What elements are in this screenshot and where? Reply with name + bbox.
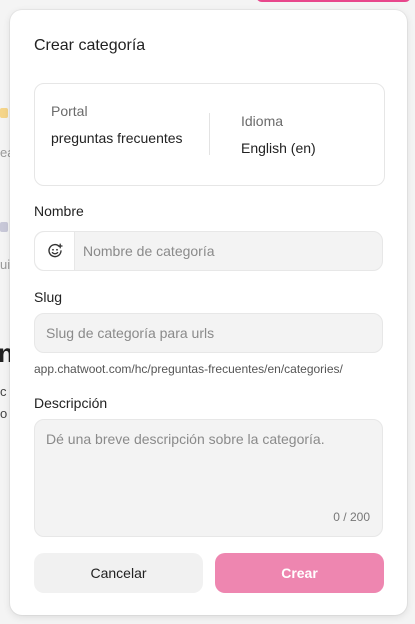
slug-label: Slug	[34, 289, 63, 305]
background-thumbnail	[0, 222, 8, 232]
emoji-picker-button[interactable]	[35, 232, 75, 270]
name-label: Nombre	[34, 203, 84, 219]
name-field	[34, 231, 383, 271]
background-text-fragment: ui	[0, 257, 11, 272]
category-slug-input[interactable]	[46, 314, 371, 352]
category-description-textarea[interactable]	[46, 431, 371, 503]
emoji-smile-icon	[47, 243, 63, 258]
language-label: Idioma	[241, 113, 284, 129]
slug-url-hint: app.chatwoot.com/hc/preguntas-frecuentes…	[34, 362, 343, 376]
description-label: Descripción	[34, 395, 108, 411]
portal-divider	[209, 113, 210, 155]
language-value: English (en)	[241, 140, 316, 156]
background-thumbnail	[0, 108, 8, 118]
language-info: Idioma English (en)	[241, 113, 316, 158]
portal-info-card: Portal preguntas frecuentes Idioma Engli…	[34, 83, 385, 186]
dialog-title: Crear categoría	[34, 37, 146, 54]
cancel-button[interactable]: Cancelar	[34, 553, 203, 593]
category-name-input[interactable]	[83, 232, 373, 270]
character-counter: 0 / 200	[333, 510, 370, 524]
background-text-fragment: c	[0, 384, 7, 399]
portal-value: preguntas frecuentes	[51, 130, 183, 146]
portal-info: Portal preguntas frecuentes	[51, 103, 191, 148]
description-field: 0 / 200	[34, 419, 383, 537]
portal-label: Portal	[51, 103, 88, 119]
background-primary-button	[256, 0, 411, 2]
slug-field	[34, 313, 383, 353]
create-button[interactable]: Crear	[215, 553, 384, 593]
background-text-fragment: o	[0, 406, 8, 421]
create-category-dialog: Crear categoría Portal preguntas frecuen…	[10, 10, 407, 615]
